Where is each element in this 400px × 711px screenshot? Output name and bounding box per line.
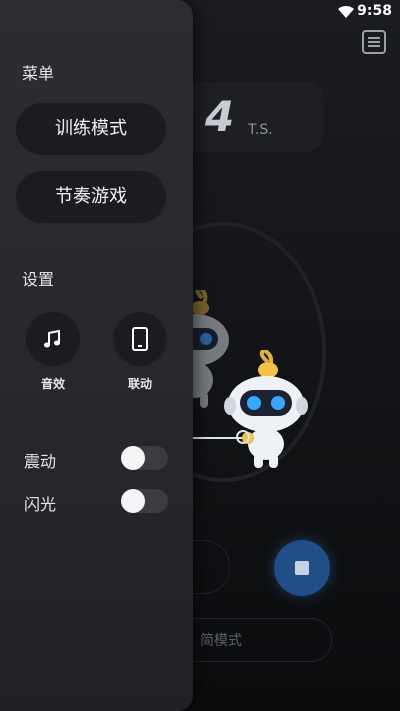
link-device-label: 联动 bbox=[127, 377, 152, 391]
status-time: 9:58 bbox=[357, 3, 392, 19]
sound-effect-button[interactable] bbox=[26, 312, 80, 366]
toggle-knob bbox=[121, 489, 145, 513]
flash-label: 闪光 bbox=[24, 495, 57, 514]
toggle-knob bbox=[121, 446, 145, 470]
sound-effect-label: 音效 bbox=[40, 377, 65, 391]
list-menu-icon[interactable] bbox=[362, 30, 386, 54]
wifi-icon bbox=[338, 6, 354, 18]
menu-section-title: 菜单 bbox=[22, 64, 55, 83]
rhythm-game-button[interactable]: 节奏游戏 bbox=[16, 171, 166, 223]
music-note-icon bbox=[44, 329, 60, 348]
stop-icon bbox=[295, 561, 309, 575]
tempo-value: 4 bbox=[205, 92, 235, 141]
flash-toggle[interactable] bbox=[121, 489, 168, 513]
stop-button[interactable] bbox=[274, 540, 330, 596]
tempo-unit: T.S. bbox=[248, 122, 273, 138]
mode-switch-label: 简模式 bbox=[200, 633, 242, 649]
tether-ring bbox=[236, 430, 250, 444]
training-mode-button[interactable]: 训练模式 bbox=[16, 103, 166, 155]
vibration-label: 震动 bbox=[24, 452, 57, 471]
tether-line bbox=[192, 437, 242, 439]
settings-section-title: 设置 bbox=[22, 270, 55, 289]
side-drawer: 菜单 训练模式 节奏游戏 设置 音效 联动 震动 闪光 bbox=[0, 0, 193, 711]
link-device-button[interactable] bbox=[113, 312, 167, 366]
robot-mascot bbox=[224, 350, 308, 468]
vibration-toggle[interactable] bbox=[121, 446, 168, 470]
phone-icon bbox=[132, 327, 148, 351]
